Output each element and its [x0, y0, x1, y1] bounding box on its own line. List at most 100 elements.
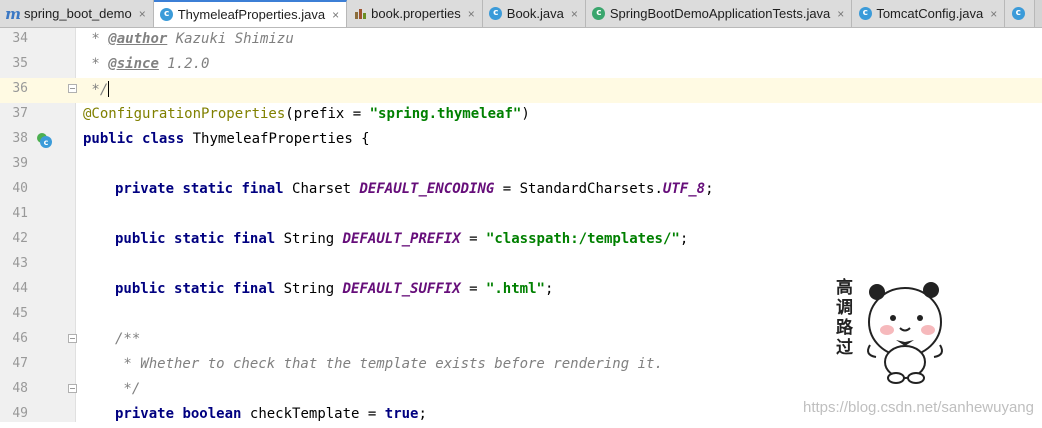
- line-number: 41: [12, 206, 28, 221]
- panda-mascot-icon: [867, 282, 943, 384]
- code-line: 41: [0, 203, 1042, 228]
- comment-text: *: [83, 31, 109, 47]
- line-number: 34: [12, 31, 28, 46]
- fold-marker-icon[interactable]: [68, 84, 77, 93]
- close-icon[interactable]: ×: [571, 7, 578, 21]
- tab-spring-boot-demo[interactable]: m spring_boot_demo ×: [0, 0, 154, 27]
- plain-text: = StandardCharsets.: [494, 181, 663, 197]
- close-icon[interactable]: ×: [139, 7, 146, 21]
- string-literal: ".html": [485, 281, 545, 297]
- line-number: 42: [12, 231, 28, 246]
- code-text: private boolean checkTemplate = true;: [115, 406, 427, 422]
- plain-text: (prefix =: [285, 106, 370, 122]
- close-icon[interactable]: ×: [468, 7, 475, 21]
- tab-label: ThymeleafProperties.java: [177, 7, 326, 22]
- tab-overflow[interactable]: c: [1005, 0, 1036, 27]
- line-number: 49: [12, 406, 28, 421]
- code-text: public class ThymeleafProperties {: [83, 131, 370, 147]
- properties-file-icon: [353, 7, 367, 21]
- keyword: public: [83, 131, 134, 147]
- line-number: 47: [12, 356, 28, 371]
- code-text: private static final Charset DEFAULT_ENC…: [115, 181, 714, 197]
- class-icon: c: [489, 7, 503, 21]
- comment-text: 1.2.0: [158, 56, 210, 72]
- plain-text: ): [521, 106, 530, 122]
- code-text: * @author Kazuki Shimizu: [83, 31, 294, 47]
- plain-text: ;: [418, 406, 427, 422]
- annotation-text: @ConfigurationProperties: [83, 106, 286, 122]
- line-number: 45: [12, 306, 28, 321]
- tab-label: book.properties: [371, 6, 461, 21]
- keyword: class: [142, 131, 185, 147]
- tab-label: Book.java: [506, 6, 564, 21]
- tab-book-java[interactable]: c Book.java ×: [482, 0, 586, 27]
- code-text: /**: [115, 331, 141, 347]
- type-name: String: [275, 281, 343, 297]
- svg-text:c: c: [44, 138, 49, 147]
- keyword: public: [115, 231, 166, 247]
- line-number: 35: [12, 56, 28, 71]
- javadoc-tag: @author: [108, 31, 168, 47]
- comment-text: Kazuki Shimizu: [167, 31, 294, 47]
- code-line: 40 private static final Charset DEFAULT_…: [0, 178, 1042, 203]
- constant-field: DEFAULT_PREFIX: [342, 231, 461, 247]
- plain-text: =: [460, 231, 486, 247]
- constant-field: DEFAULT_ENCODING: [359, 181, 495, 197]
- plain-text: ;: [705, 181, 714, 197]
- keyword: static: [182, 181, 234, 197]
- code-text: * @since 1.2.0: [83, 56, 209, 72]
- string-literal: "classpath:/templates/": [485, 231, 680, 247]
- editor-tab-bar: m spring_boot_demo × c ThymeleafProperti…: [0, 0, 1042, 28]
- watermark: https://blog.csdn.net/sanhewuyang: [803, 399, 1034, 416]
- keyword: static: [174, 231, 225, 247]
- code-line: 34 * @author Kazuki Shimizu: [0, 28, 1042, 53]
- code-text: */: [115, 381, 141, 397]
- tab-label: SpringBootDemoApplicationTests.java: [609, 6, 831, 21]
- keyword: public: [115, 281, 166, 297]
- code-text: */: [83, 81, 110, 98]
- line-number: 36: [12, 81, 28, 96]
- keyword: private: [115, 406, 175, 422]
- line-number: 37: [12, 106, 28, 121]
- close-icon[interactable]: ×: [332, 8, 339, 22]
- code-line: 42 public static final String DEFAULT_PR…: [0, 228, 1042, 253]
- type-name: String: [275, 231, 343, 247]
- plain-text: =: [460, 281, 486, 297]
- code-text: @ConfigurationProperties(prefix = "sprin…: [83, 106, 530, 122]
- close-icon[interactable]: ×: [837, 7, 844, 21]
- class-icon: c: [858, 7, 872, 21]
- keyword: private: [115, 181, 175, 197]
- plain-text: ;: [544, 281, 554, 297]
- line-number: 46: [12, 331, 28, 346]
- keyword: final: [241, 181, 284, 197]
- tab-book-properties[interactable]: book.properties ×: [347, 0, 483, 27]
- line-number: 43: [12, 256, 28, 271]
- fold-marker-icon[interactable]: [68, 384, 77, 393]
- line-number: 38: [12, 131, 28, 146]
- field-declaration: checkTemplate =: [241, 406, 385, 422]
- tab-label: TomcatConfig.java: [876, 6, 984, 21]
- code-line: 38 c public class ThymeleafProperties {: [0, 128, 1042, 153]
- constant-field: UTF_8: [662, 181, 706, 197]
- configuration-bean-icon[interactable]: c: [36, 132, 53, 153]
- tab-tomcat-config[interactable]: c TomcatConfig.java ×: [852, 0, 1006, 27]
- code-line: 39: [0, 153, 1042, 178]
- line-number: 44: [12, 281, 28, 296]
- class-icon: c: [160, 8, 174, 22]
- comment-text: *: [83, 56, 109, 72]
- string-literal: "spring.thymeleaf": [369, 106, 522, 122]
- tab-thymeleaf-properties[interactable]: c ThymeleafProperties.java ×: [153, 0, 348, 27]
- line-number: 48: [12, 381, 28, 396]
- javadoc-tag: @since: [108, 56, 159, 72]
- line-number: 40: [12, 181, 28, 196]
- class-name: ThymeleafProperties {: [184, 131, 370, 147]
- close-icon[interactable]: ×: [990, 7, 997, 21]
- keyword: static: [174, 281, 225, 297]
- fold-marker-icon[interactable]: [68, 334, 77, 343]
- tab-springbootdemoapplicationtests[interactable]: c SpringBootDemoApplicationTests.java ×: [585, 0, 853, 27]
- code-text: public static final String DEFAULT_SUFFI…: [115, 281, 553, 297]
- code-line: 37 @ConfigurationProperties(prefix = "sp…: [0, 103, 1042, 128]
- module-icon: m: [5, 4, 21, 23]
- code-text: * Whether to check that the template exi…: [115, 356, 663, 372]
- text-caret: [108, 81, 110, 97]
